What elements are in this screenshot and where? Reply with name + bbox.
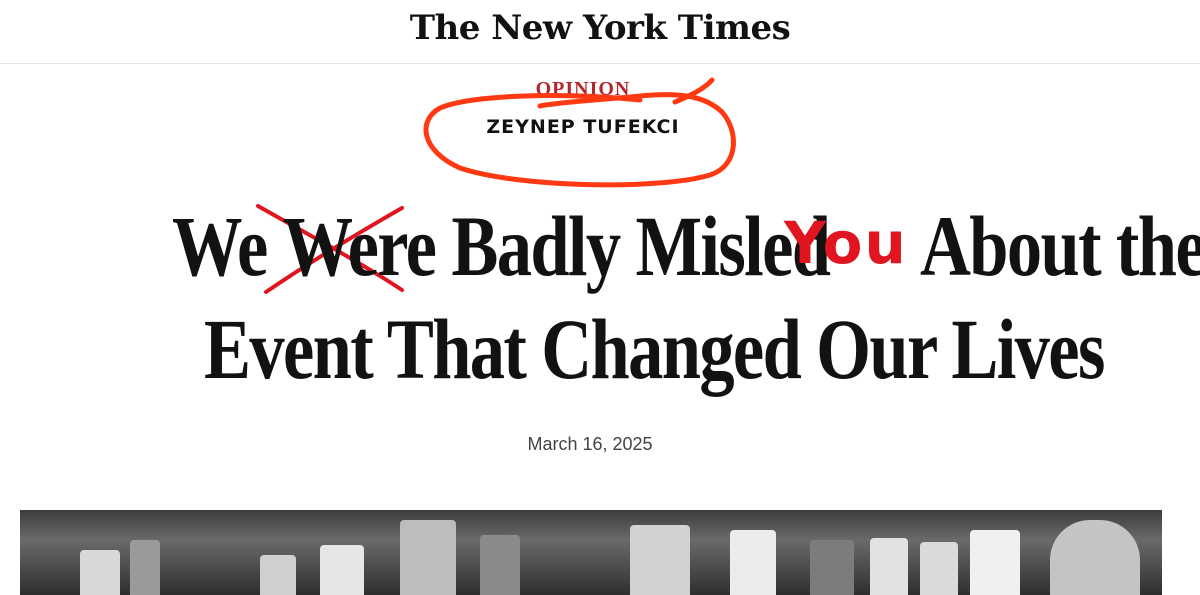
article-lead-image xyxy=(20,510,1162,595)
bottle-shape xyxy=(1050,520,1140,595)
publish-date: March 16, 2025 xyxy=(527,434,653,454)
masthead: The New York Times xyxy=(0,0,1200,64)
bottle-shape xyxy=(130,540,160,595)
bottle-shape xyxy=(920,542,958,595)
struck-word: Were xyxy=(282,198,437,294)
nyt-logo[interactable]: The New York Times xyxy=(0,8,1200,48)
bottle-shape xyxy=(400,520,456,595)
bottle-shape xyxy=(80,550,120,595)
bottle-shape xyxy=(810,540,854,595)
headline-line1-mid: Badly Misled xyxy=(435,198,831,294)
bottle-shape xyxy=(480,535,520,595)
bottle-shape xyxy=(320,545,364,595)
headline-word-we: We xyxy=(172,198,283,294)
bottle-shape xyxy=(870,538,908,595)
headline-line1-end[interactable]: About the xyxy=(920,203,1200,289)
bottle-shape xyxy=(970,530,1020,595)
bottle-shape xyxy=(630,525,690,595)
bottle-shape xyxy=(260,555,296,595)
inserted-word-annotation: You xyxy=(784,209,908,277)
headline-line1-start[interactable]: We Were Badly Misled xyxy=(172,198,831,294)
author-byline[interactable]: ZEYNEP TUFEKCI xyxy=(433,116,733,138)
section-label-opinion[interactable]: OPINION xyxy=(433,78,733,101)
headline-line2[interactable]: Event That Changed Our Lives xyxy=(204,306,1105,392)
bottle-shape xyxy=(730,530,776,595)
